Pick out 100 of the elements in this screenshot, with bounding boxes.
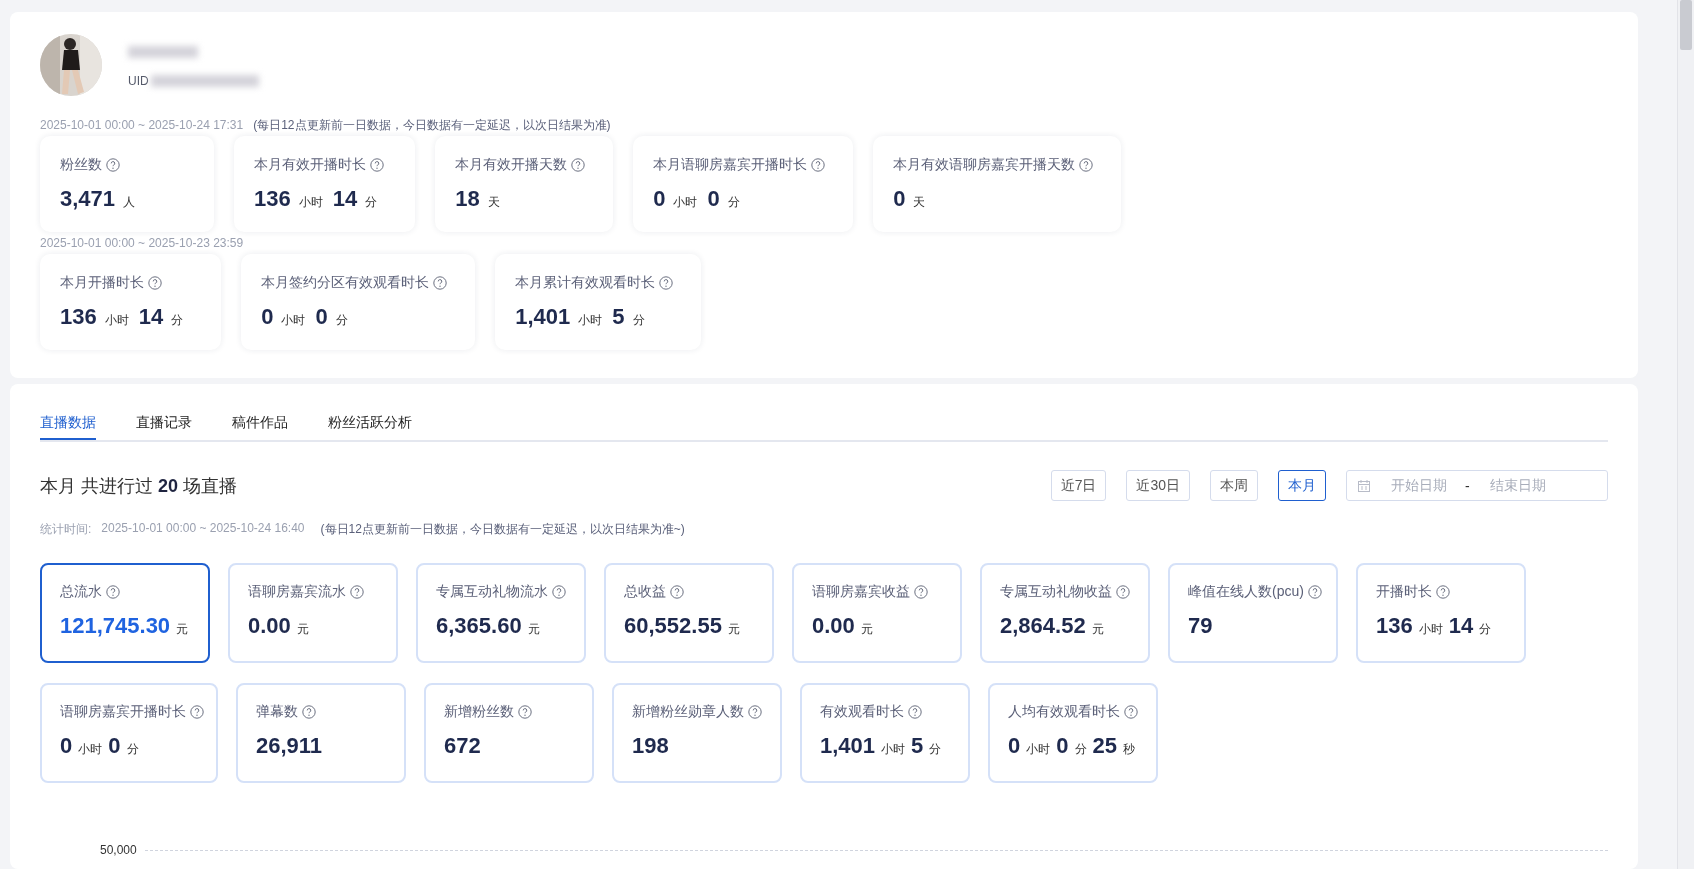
help-icon[interactable]	[106, 158, 120, 172]
stat-label: 开播时长	[1376, 583, 1432, 601]
scrollbar-thumb[interactable]	[1680, 0, 1692, 50]
help-icon[interactable]	[350, 585, 364, 599]
stat-value: 25	[1092, 733, 1117, 759]
stat-unit: 元	[176, 621, 189, 638]
stat-unit: 小时	[281, 312, 306, 329]
help-icon[interactable]	[1436, 585, 1450, 599]
stat-label: 语聊房嘉宾收益	[812, 583, 910, 601]
stat-card[interactable]: 新增粉丝勋章人数 198	[612, 683, 782, 783]
help-icon[interactable]	[106, 585, 120, 599]
stat-unit: 分	[365, 194, 378, 211]
help-icon[interactable]	[148, 276, 162, 290]
stat-value: 0	[653, 186, 666, 212]
stat-unit: 元	[527, 621, 540, 638]
help-icon[interactable]	[1307, 585, 1322, 599]
stat-card[interactable]: 专属互动礼物收益 2,864.52 元	[980, 563, 1150, 663]
stat-time-range: 2025-10-01 00:00 ~ 2025-10-24 16:40	[101, 521, 305, 537]
stat-value: 136	[1376, 613, 1413, 639]
help-icon[interactable]	[748, 705, 762, 719]
tab[interactable]: 稿件作品	[232, 410, 288, 438]
stat-value: 5	[911, 733, 924, 759]
tab[interactable]: 粉丝活跃分析	[328, 410, 412, 438]
summary-heading: 本月 共进行过 20 场直播	[40, 474, 239, 498]
stat-unit: 分	[727, 194, 740, 211]
stat-unit: 小时	[298, 194, 323, 211]
help-icon[interactable]	[1116, 585, 1130, 599]
stat-card[interactable]: 有效观看时长 1,401 小时 5 分	[800, 683, 970, 783]
stat-unit: 分	[126, 741, 139, 758]
stat-value: 18	[455, 186, 480, 212]
stat-card[interactable]: 峰值在线人数(pcu) 79	[1168, 563, 1338, 663]
help-icon[interactable]	[908, 705, 922, 719]
range-button[interactable]: 本月	[1278, 470, 1326, 501]
stat-card[interactable]: 语聊房嘉宾开播时长 0 小时 0 分	[40, 683, 218, 783]
help-icon[interactable]	[552, 585, 566, 599]
help-icon[interactable]	[1124, 705, 1138, 719]
stat-card[interactable]: 专属互动礼物流水 6,365.60 元	[416, 563, 586, 663]
stat-value: 0.00	[812, 613, 855, 639]
help-icon[interactable]	[571, 158, 586, 172]
stat-label: 峰值在线人数(pcu)	[1188, 583, 1304, 601]
help-icon[interactable]	[659, 276, 674, 290]
stat-unit: 小时	[104, 312, 129, 329]
stat-value: 1,401	[820, 733, 876, 759]
date-range-field[interactable]: 开始日期 - 结束日期	[1346, 470, 1608, 501]
range-button[interactable]: 本周	[1210, 470, 1258, 501]
redacted-name	[128, 46, 198, 58]
stat-unit: 分	[171, 312, 184, 329]
tab[interactable]: 直播数据	[40, 410, 96, 440]
stat-unit: 元	[860, 621, 873, 638]
help-icon[interactable]	[433, 276, 448, 290]
stat-unit: 分	[335, 312, 348, 329]
stat-unit: 秒	[1123, 741, 1135, 758]
stat-card[interactable]: 总收益 60,552.55 元	[604, 563, 774, 663]
stat-label: 本月有效语聊房嘉宾开播天数	[893, 156, 1076, 174]
stat-label: 人均有效观看时长	[1008, 703, 1120, 721]
stat-card[interactable]: 总流水 121,745.30 元	[40, 563, 210, 663]
help-icon[interactable]	[811, 158, 826, 172]
end-date-placeholder: 结束日期	[1489, 476, 1546, 495]
stat-label: 语聊房嘉宾开播时长	[60, 703, 186, 721]
stat-unit: 元	[727, 621, 740, 638]
stat-card[interactable]: 新增粉丝数 672	[424, 683, 594, 783]
range-button[interactable]: 近30日	[1126, 470, 1190, 501]
help-icon[interactable]	[914, 585, 928, 599]
stat-value: 79	[1188, 613, 1213, 639]
stat-unit: 分	[1479, 621, 1492, 638]
stat-value: 0	[315, 304, 328, 330]
help-icon[interactable]	[1079, 158, 1094, 172]
help-icon[interactable]	[370, 158, 384, 172]
stat-card[interactable]: 开播时长 136 小时 14 分	[1356, 563, 1526, 663]
help-icon[interactable]	[518, 705, 532, 719]
stat-card[interactable]: 弹幕数 26,911	[236, 683, 406, 783]
update-note: (每日12点更新前一日数据，今日数据有一定延迟，以次日结果为准~)	[320, 521, 685, 538]
stat-value: 0	[261, 304, 274, 330]
tab[interactable]: 直播记录	[136, 410, 192, 438]
stat-value: 672	[444, 733, 481, 759]
stat-label: 专属互动礼物流水	[436, 583, 548, 601]
stat-unit: 小时	[578, 312, 603, 329]
date-range-text: 2025-10-01 00:00 ~ 2025-10-23 23:59	[40, 236, 244, 250]
stat-unit: 小时	[881, 741, 906, 758]
stat-value: 0	[108, 733, 121, 759]
stat-value: 14	[332, 186, 358, 212]
stat-card[interactable]: 语聊房嘉宾流水 0.00 元	[228, 563, 398, 663]
stat-value: 2,864.52	[1000, 613, 1086, 639]
help-icon[interactable]	[190, 705, 204, 719]
stat-value: 14	[138, 304, 164, 330]
stat-value: 6,365.60	[436, 613, 522, 639]
range-button[interactable]: 近7日	[1050, 470, 1107, 501]
stat-value: 0	[1008, 733, 1021, 759]
help-icon[interactable]	[302, 705, 316, 719]
stat-card[interactable]: 人均有效观看时长 0 小时 0 分 25 秒	[988, 683, 1158, 783]
stat-label: 粉丝数	[60, 156, 102, 174]
stat-unit: 天	[913, 194, 926, 211]
stat-card[interactable]: 语聊房嘉宾收益 0.00 元	[792, 563, 962, 663]
stat-unit: 分	[1074, 741, 1087, 758]
stat-value: 60,552.55	[624, 613, 722, 639]
help-icon[interactable]	[670, 585, 684, 599]
stat-label: 专属互动礼物收益	[1000, 583, 1112, 601]
stat-value: 0	[893, 186, 906, 212]
scrollbar[interactable]	[1677, 0, 1694, 869]
stat-label: 新增粉丝勋章人数	[632, 703, 744, 721]
